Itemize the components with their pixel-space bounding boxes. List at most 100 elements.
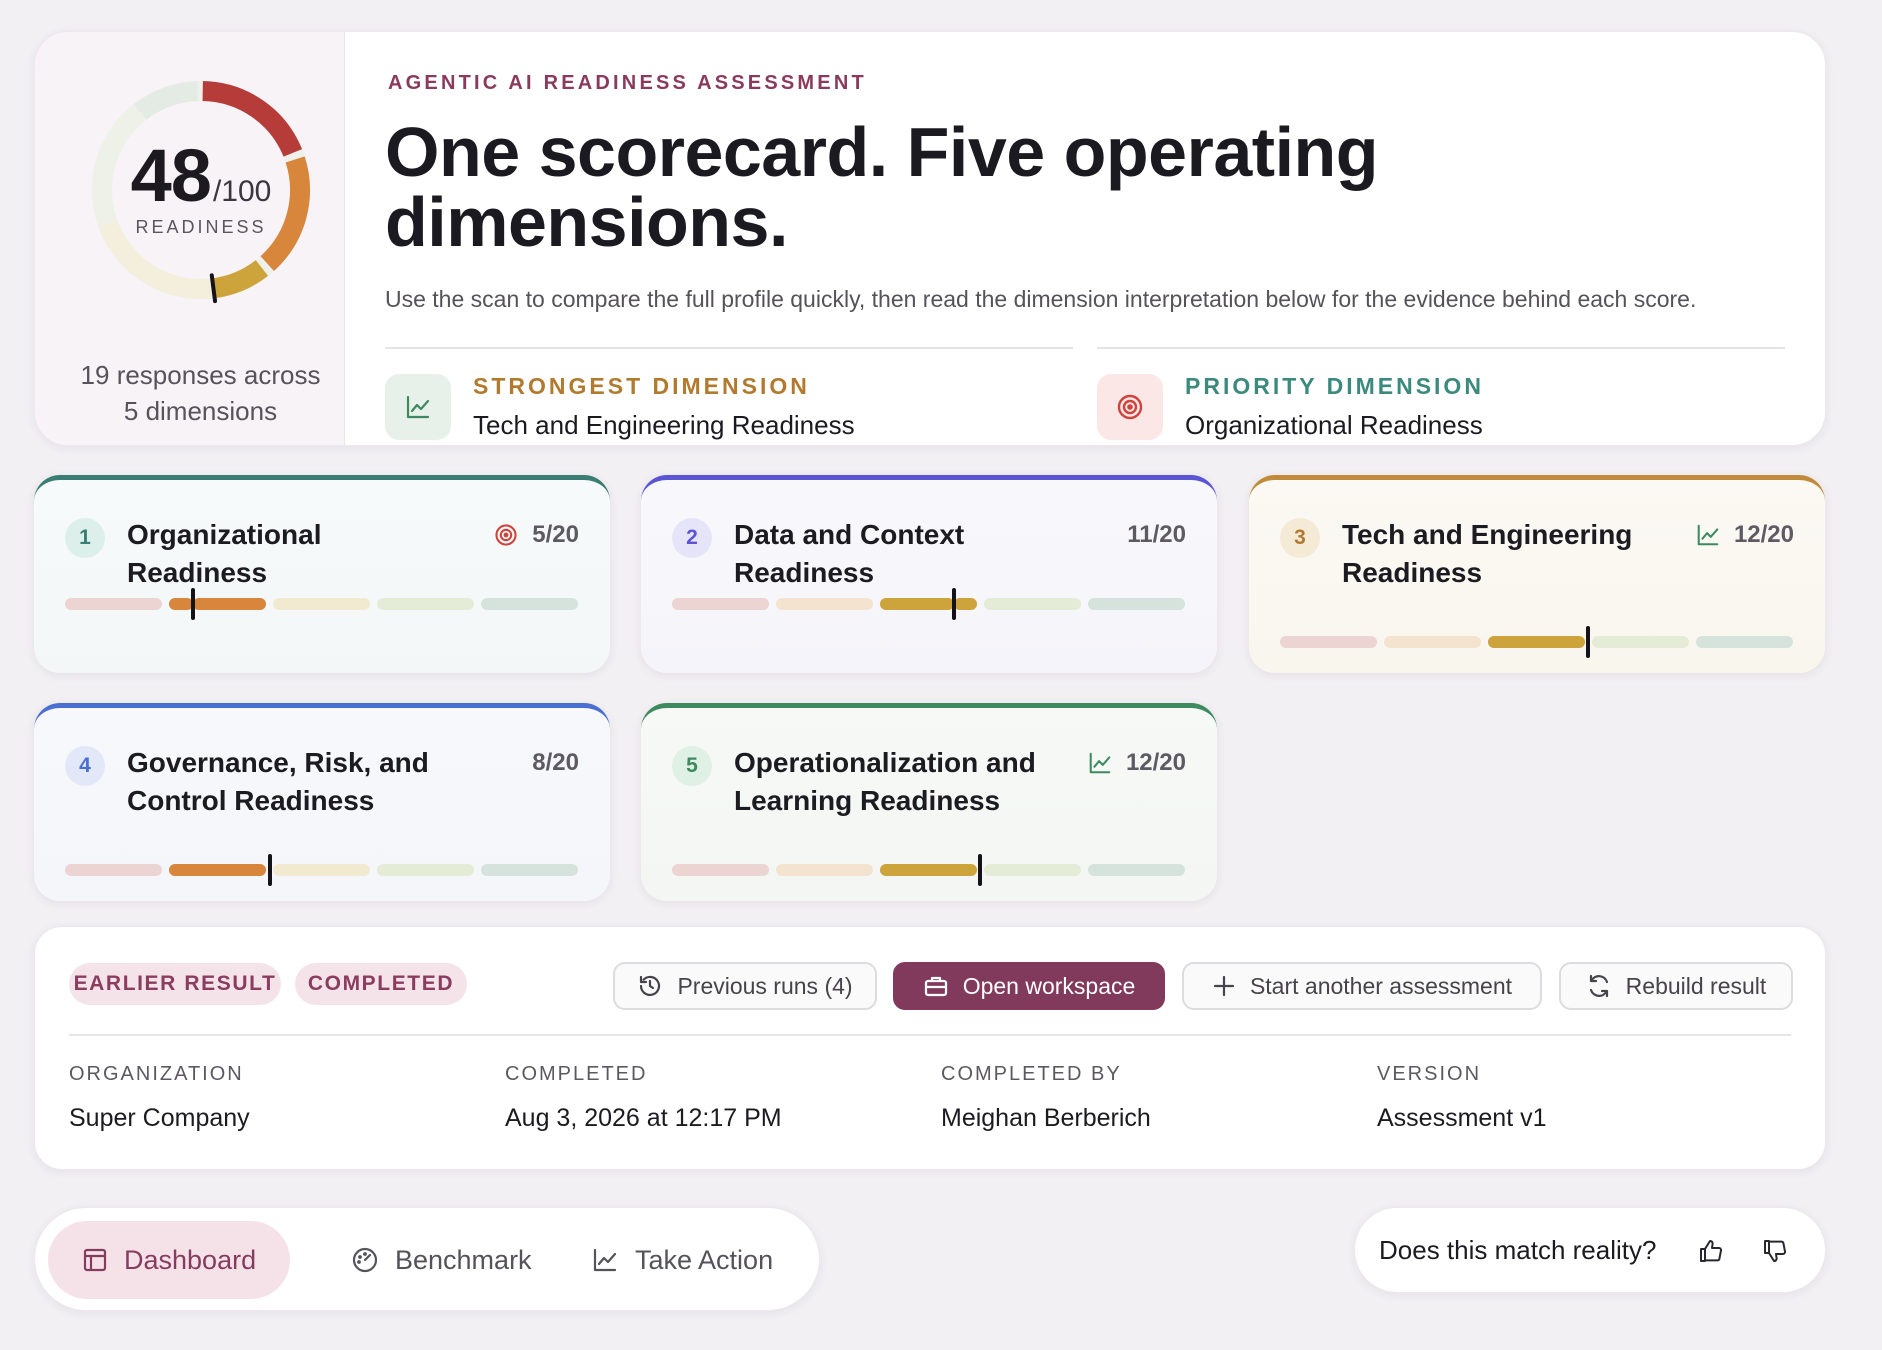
- dimension-score-value: 11/20: [1127, 521, 1186, 548]
- priority-dimension-value: Organizational Readiness: [1185, 410, 1483, 440]
- gauge-center: 48 /100 READINESS: [85, 74, 317, 306]
- responses-line-1: 19 responses across: [80, 360, 321, 390]
- thumbs-down-icon[interactable]: [1759, 1235, 1791, 1267]
- dimension-highlights: STRONGEST DIMENSION Tech and Engineering…: [385, 347, 1785, 441]
- tab-take-action-label: Take Action: [635, 1244, 774, 1275]
- meta-value: Meighan Berberich: [941, 1104, 1151, 1132]
- bottom-nav: Dashboard Benchmark Take Action: [34, 1207, 820, 1311]
- history-icon: [640, 975, 661, 996]
- dimension-score-value: 12/20: [1125, 749, 1186, 776]
- refresh-icon: [1589, 974, 1608, 998]
- bar-segment: [273, 598, 370, 610]
- bar-segment: [984, 864, 1081, 876]
- meta-label: VERSION: [1377, 1063, 1482, 1085]
- completed-badge: COMPLETED: [295, 963, 467, 1005]
- bar-segment-active: [880, 864, 977, 876]
- trend-icon: [1086, 749, 1114, 777]
- dimension-progress-bar: [65, 854, 578, 886]
- hero-content: AGENTIC AI READINESS ASSESSMENT One scor…: [345, 32, 1825, 445]
- dimension-number: 3: [1280, 518, 1320, 558]
- rebuild-result-button[interactable]: Rebuild result: [1559, 962, 1793, 1010]
- meta-label: COMPLETED BY: [941, 1063, 1122, 1085]
- start-assessment-button[interactable]: Start another assessment: [1182, 962, 1542, 1010]
- dimension-title: Operationalization and Learning Readines…: [734, 747, 1036, 816]
- bar-segment: [672, 598, 769, 610]
- dimension-score-value: 12/20: [1733, 521, 1794, 548]
- bar-segment: [377, 864, 474, 876]
- dimension-number: 4: [65, 746, 105, 786]
- bar-segment: [1280, 636, 1377, 648]
- feedback-widget: Does this match reality?: [1354, 1207, 1826, 1293]
- tab-dashboard[interactable]: Dashboard: [48, 1221, 291, 1299]
- result-panel: EARLIER RESULT COMPLETED Previous runs (…: [34, 926, 1826, 1170]
- open-workspace-button[interactable]: Open workspace: [893, 962, 1165, 1010]
- dimension-card-data-context[interactable]: 2 Data and Context Readiness 11/20: [641, 475, 1217, 673]
- trend-icon: [593, 1248, 617, 1272]
- meta-label: ORGANIZATION: [69, 1063, 244, 1085]
- tab-take-action[interactable]: Take Action: [575, 1221, 789, 1299]
- target-icon: [492, 521, 520, 549]
- divider: [69, 1034, 1791, 1036]
- bar-segment: [672, 864, 769, 876]
- bar-segment-active: [193, 598, 266, 610]
- strongest-dimension: STRONGEST DIMENSION Tech and Engineering…: [385, 347, 1073, 441]
- dimension-number: 5: [672, 746, 712, 786]
- thumbs-up-icon[interactable]: [1695, 1235, 1727, 1267]
- dimension-title: Data and Context Readiness: [734, 519, 965, 588]
- responses-summary: 19 responses across 5 dimensions: [35, 357, 366, 429]
- bar-segment: [273, 864, 370, 876]
- dimension-progress-bar: [672, 854, 1185, 886]
- dimension-number: 2: [672, 518, 712, 558]
- dimension-score-value: 5/20: [532, 521, 579, 548]
- bar-segment: [1696, 636, 1793, 648]
- bar-segment: [377, 598, 474, 610]
- dimension-card-tech-engineering[interactable]: 3 Tech and Engineering Readiness 12/20: [1249, 475, 1825, 673]
- bar-segment: [1088, 864, 1185, 876]
- score-marker: [977, 854, 982, 886]
- target-icon: [1097, 374, 1163, 440]
- readiness-score-max: /100: [212, 174, 272, 208]
- priority-dimension-label: PRIORITY DIMENSION: [1185, 373, 1484, 399]
- dimension-score: 11/20: [1127, 516, 1186, 554]
- dashboard-icon: [83, 1248, 107, 1272]
- readiness-label: READINESS: [135, 216, 267, 237]
- bar-segment: [1592, 636, 1689, 648]
- scorecard-hero: 48 /100 READINESS 19 responses across 5 …: [34, 31, 1826, 446]
- tab-benchmark[interactable]: Benchmark: [335, 1221, 548, 1299]
- meta-completed: COMPLETED Aug 3, 2026 at 12:17 PM: [505, 1063, 925, 1133]
- bar-segment: [776, 598, 873, 610]
- dimension-card-organizational[interactable]: 1 Organizational Readiness 5/20: [34, 475, 610, 673]
- priority-dimension: PRIORITY DIMENSION Organizational Readin…: [1097, 347, 1785, 441]
- dimension-number: 1: [65, 518, 105, 558]
- tab-benchmark-label: Benchmark: [395, 1244, 532, 1275]
- score-marker: [268, 854, 273, 886]
- readiness-summary: 48 /100 READINESS 19 responses across 5 …: [35, 32, 345, 445]
- bar-segment: [481, 864, 578, 876]
- plus-icon: [1213, 975, 1235, 997]
- bar-segment-active: [169, 598, 194, 610]
- bar-segment-active: [954, 598, 977, 610]
- dimension-card-governance[interactable]: 4 Governance, Risk, and Control Readines…: [34, 703, 610, 901]
- dimension-title: Organizational Readiness: [127, 519, 322, 588]
- meta-value: Assessment v1: [1377, 1104, 1547, 1132]
- previous-runs-button[interactable]: Previous runs (4): [613, 962, 877, 1010]
- trend-icon: [385, 374, 451, 440]
- dimension-title: Governance, Risk, and Control Readiness: [127, 747, 429, 816]
- dimension-score: 5/20: [492, 516, 579, 554]
- bar-segment: [1384, 636, 1481, 648]
- bar-segment: [65, 598, 162, 610]
- bar-segment: [984, 598, 1081, 610]
- dimension-score-value: 8/20: [532, 749, 579, 776]
- dimension-progress-bar: [672, 588, 1185, 620]
- strongest-dimension-label: STRONGEST DIMENSION: [473, 373, 810, 399]
- meta-value: Aug 3, 2026 at 12:17 PM: [505, 1104, 782, 1132]
- rebuild-result-label: Rebuild result: [1625, 972, 1767, 999]
- trend-icon: [1694, 521, 1722, 549]
- score-marker: [191, 588, 196, 620]
- dimension-card-operationalization[interactable]: 5 Operationalization and Learning Readin…: [641, 703, 1217, 901]
- start-assessment-label: Start another assessment: [1249, 972, 1513, 999]
- bar-segment: [481, 598, 578, 610]
- dimension-score: 8/20: [532, 744, 579, 782]
- feedback-question: Does this match reality?: [1379, 1234, 1657, 1265]
- assessment-eyebrow: AGENTIC AI READINESS ASSESSMENT: [388, 72, 867, 94]
